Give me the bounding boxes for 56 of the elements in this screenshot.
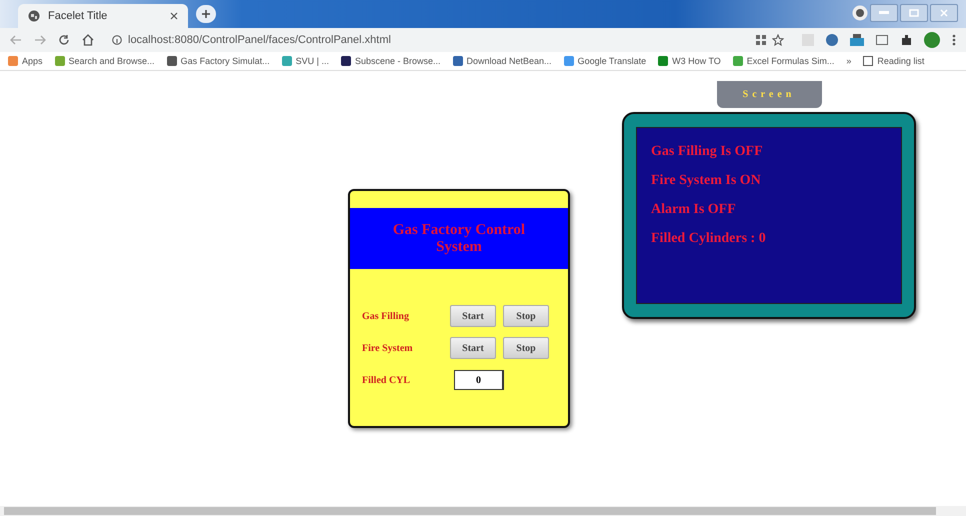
more-bookmarks-button[interactable]: » [846, 56, 852, 66]
reading-list-icon [863, 56, 874, 66]
bookmark-link[interactable]: Excel Formulas Sim... [732, 56, 834, 66]
browser-tab[interactable]: Facelet Title [18, 4, 188, 28]
status-line: Fire System Is ON [651, 173, 762, 189]
minimize-button[interactable] [870, 4, 898, 22]
status-line: Gas Filling Is OFF [651, 144, 764, 160]
info-icon [112, 35, 122, 45]
start-button[interactable]: Start [450, 337, 496, 359]
row-label: Fire System [362, 342, 414, 354]
panel-title: Gas Factory Control System [350, 208, 568, 269]
site-icon [732, 56, 743, 66]
bookmark-link[interactable]: Google Translate [564, 56, 646, 66]
reload-icon[interactable] [58, 34, 70, 46]
stop-button[interactable]: Stop [503, 305, 549, 327]
stop-button[interactable]: Stop [503, 337, 549, 359]
site-icon [452, 56, 462, 66]
profile-icon[interactable] [852, 5, 868, 21]
bookmark-link[interactable]: Subscene - Browse... [340, 56, 440, 66]
row-label: Filled CYL [362, 374, 412, 386]
plus-icon [201, 9, 211, 19]
new-tab-button[interactable] [196, 5, 216, 23]
site-icon [54, 56, 65, 66]
bookmark-link[interactable]: SVU | ... [282, 56, 329, 66]
site-icon [340, 56, 351, 66]
cast-icon[interactable] [876, 35, 888, 45]
site-icon [166, 56, 177, 66]
site-icon [8, 56, 18, 66]
site-icon [658, 56, 668, 66]
status-line: Alarm Is OFF [651, 202, 737, 218]
maximize-button[interactable] [900, 4, 928, 22]
bookmark-link[interactable]: Download NetBean... [452, 56, 552, 66]
avatar-icon[interactable] [924, 32, 940, 48]
maximize-icon [909, 9, 919, 17]
horizontal-scrollbar[interactable] [0, 506, 966, 516]
globe-icon [28, 10, 40, 22]
status-line: Filled Cylinders : 0 [651, 231, 767, 247]
puzzle-icon[interactable] [900, 34, 912, 46]
start-button[interactable]: Start [450, 305, 496, 327]
home-icon[interactable] [82, 34, 94, 46]
minimize-icon [879, 11, 889, 15]
count-field[interactable]: 0 [454, 370, 504, 390]
site-icon [282, 56, 292, 66]
close-icon[interactable] [170, 12, 178, 20]
row-label: Gas Filling [362, 310, 410, 322]
bookmark-link[interactable]: Search and Browse... [54, 56, 155, 66]
bookmark-link[interactable]: Apps [8, 56, 43, 66]
reading-list-button[interactable]: Reading list [863, 56, 924, 66]
bookmark-link[interactable]: Gas Factory Simulat... [166, 56, 270, 66]
site-icon [564, 56, 574, 66]
grid-icon[interactable] [756, 35, 766, 45]
star-icon[interactable] [772, 34, 784, 46]
close-button[interactable] [930, 4, 958, 22]
menu-icon[interactable] [952, 34, 956, 46]
close-icon [940, 9, 948, 17]
bookmark-link[interactable]: W3 How TO [658, 56, 721, 66]
